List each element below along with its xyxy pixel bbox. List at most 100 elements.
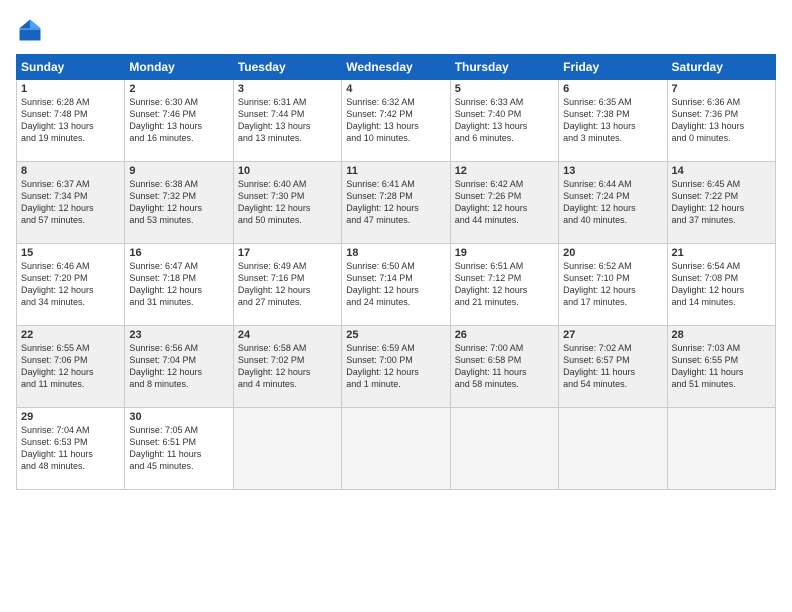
calendar-cell: 15Sunrise: 6:46 AMSunset: 7:20 PMDayligh…	[17, 244, 125, 326]
day-number: 2	[129, 83, 228, 95]
calendar-cell: 18Sunrise: 6:50 AMSunset: 7:14 PMDayligh…	[342, 244, 450, 326]
cell-details: Sunrise: 6:50 AMSunset: 7:14 PMDaylight:…	[346, 260, 445, 309]
weekday-header-wednesday: Wednesday	[342, 55, 450, 80]
day-number: 21	[672, 247, 771, 259]
weekday-header-tuesday: Tuesday	[233, 55, 341, 80]
calendar-week-4: 22Sunrise: 6:55 AMSunset: 7:06 PMDayligh…	[17, 326, 776, 408]
cell-details: Sunrise: 6:59 AMSunset: 7:00 PMDaylight:…	[346, 342, 445, 391]
day-number: 29	[21, 411, 120, 423]
calendar-cell: 29Sunrise: 7:04 AMSunset: 6:53 PMDayligh…	[17, 408, 125, 490]
cell-details: Sunrise: 6:58 AMSunset: 7:02 PMDaylight:…	[238, 342, 337, 391]
calendar-cell: 20Sunrise: 6:52 AMSunset: 7:10 PMDayligh…	[559, 244, 667, 326]
day-number: 30	[129, 411, 228, 423]
day-number: 6	[563, 83, 662, 95]
cell-details: Sunrise: 7:02 AMSunset: 6:57 PMDaylight:…	[563, 342, 662, 391]
day-number: 8	[21, 165, 120, 177]
cell-details: Sunrise: 6:45 AMSunset: 7:22 PMDaylight:…	[672, 178, 771, 227]
calendar-cell: 26Sunrise: 7:00 AMSunset: 6:58 PMDayligh…	[450, 326, 558, 408]
cell-details: Sunrise: 6:44 AMSunset: 7:24 PMDaylight:…	[563, 178, 662, 227]
calendar-cell: 6Sunrise: 6:35 AMSunset: 7:38 PMDaylight…	[559, 80, 667, 162]
calendar-cell: 22Sunrise: 6:55 AMSunset: 7:06 PMDayligh…	[17, 326, 125, 408]
calendar-cell: 12Sunrise: 6:42 AMSunset: 7:26 PMDayligh…	[450, 162, 558, 244]
calendar-cell: 9Sunrise: 6:38 AMSunset: 7:32 PMDaylight…	[125, 162, 233, 244]
calendar-week-1: 1Sunrise: 6:28 AMSunset: 7:48 PMDaylight…	[17, 80, 776, 162]
day-number: 1	[21, 83, 120, 95]
cell-details: Sunrise: 6:32 AMSunset: 7:42 PMDaylight:…	[346, 96, 445, 145]
calendar-cell: 19Sunrise: 6:51 AMSunset: 7:12 PMDayligh…	[450, 244, 558, 326]
day-number: 14	[672, 165, 771, 177]
day-number: 15	[21, 247, 120, 259]
weekday-header-row: SundayMondayTuesdayWednesdayThursdayFrid…	[17, 55, 776, 80]
day-number: 24	[238, 329, 337, 341]
calendar-cell: 21Sunrise: 6:54 AMSunset: 7:08 PMDayligh…	[667, 244, 775, 326]
cell-details: Sunrise: 7:04 AMSunset: 6:53 PMDaylight:…	[21, 424, 120, 473]
calendar-cell: 28Sunrise: 7:03 AMSunset: 6:55 PMDayligh…	[667, 326, 775, 408]
cell-details: Sunrise: 6:37 AMSunset: 7:34 PMDaylight:…	[21, 178, 120, 227]
cell-details: Sunrise: 6:36 AMSunset: 7:36 PMDaylight:…	[672, 96, 771, 145]
cell-details: Sunrise: 7:00 AMSunset: 6:58 PMDaylight:…	[455, 342, 554, 391]
logo-icon	[16, 16, 44, 44]
day-number: 12	[455, 165, 554, 177]
weekday-header-monday: Monday	[125, 55, 233, 80]
calendar-week-2: 8Sunrise: 6:37 AMSunset: 7:34 PMDaylight…	[17, 162, 776, 244]
cell-details: Sunrise: 7:05 AMSunset: 6:51 PMDaylight:…	[129, 424, 228, 473]
day-number: 9	[129, 165, 228, 177]
calendar-cell: 23Sunrise: 6:56 AMSunset: 7:04 PMDayligh…	[125, 326, 233, 408]
weekday-header-thursday: Thursday	[450, 55, 558, 80]
day-number: 19	[455, 247, 554, 259]
day-number: 20	[563, 247, 662, 259]
weekday-header-sunday: Sunday	[17, 55, 125, 80]
cell-details: Sunrise: 6:56 AMSunset: 7:04 PMDaylight:…	[129, 342, 228, 391]
cell-details: Sunrise: 6:31 AMSunset: 7:44 PMDaylight:…	[238, 96, 337, 145]
logo	[16, 16, 48, 44]
calendar-cell: 7Sunrise: 6:36 AMSunset: 7:36 PMDaylight…	[667, 80, 775, 162]
calendar-cell: 1Sunrise: 6:28 AMSunset: 7:48 PMDaylight…	[17, 80, 125, 162]
calendar-cell: 11Sunrise: 6:41 AMSunset: 7:28 PMDayligh…	[342, 162, 450, 244]
cell-details: Sunrise: 6:46 AMSunset: 7:20 PMDaylight:…	[21, 260, 120, 309]
calendar-cell: 2Sunrise: 6:30 AMSunset: 7:46 PMDaylight…	[125, 80, 233, 162]
cell-details: Sunrise: 6:52 AMSunset: 7:10 PMDaylight:…	[563, 260, 662, 309]
cell-details: Sunrise: 7:03 AMSunset: 6:55 PMDaylight:…	[672, 342, 771, 391]
day-number: 16	[129, 247, 228, 259]
cell-details: Sunrise: 6:41 AMSunset: 7:28 PMDaylight:…	[346, 178, 445, 227]
calendar-cell	[559, 408, 667, 490]
cell-details: Sunrise: 6:33 AMSunset: 7:40 PMDaylight:…	[455, 96, 554, 145]
calendar-table: SundayMondayTuesdayWednesdayThursdayFrid…	[16, 54, 776, 490]
day-number: 22	[21, 329, 120, 341]
calendar-cell	[450, 408, 558, 490]
header	[16, 16, 776, 44]
cell-details: Sunrise: 6:28 AMSunset: 7:48 PMDaylight:…	[21, 96, 120, 145]
day-number: 10	[238, 165, 337, 177]
calendar-cell: 27Sunrise: 7:02 AMSunset: 6:57 PMDayligh…	[559, 326, 667, 408]
weekday-header-saturday: Saturday	[667, 55, 775, 80]
day-number: 7	[672, 83, 771, 95]
day-number: 11	[346, 165, 445, 177]
day-number: 3	[238, 83, 337, 95]
day-number: 28	[672, 329, 771, 341]
calendar-cell: 8Sunrise: 6:37 AMSunset: 7:34 PMDaylight…	[17, 162, 125, 244]
day-number: 18	[346, 247, 445, 259]
cell-details: Sunrise: 6:35 AMSunset: 7:38 PMDaylight:…	[563, 96, 662, 145]
day-number: 26	[455, 329, 554, 341]
cell-details: Sunrise: 6:38 AMSunset: 7:32 PMDaylight:…	[129, 178, 228, 227]
page: SundayMondayTuesdayWednesdayThursdayFrid…	[0, 0, 792, 612]
calendar-cell: 17Sunrise: 6:49 AMSunset: 7:16 PMDayligh…	[233, 244, 341, 326]
day-number: 4	[346, 83, 445, 95]
cell-details: Sunrise: 6:42 AMSunset: 7:26 PMDaylight:…	[455, 178, 554, 227]
calendar-cell	[342, 408, 450, 490]
calendar-cell: 10Sunrise: 6:40 AMSunset: 7:30 PMDayligh…	[233, 162, 341, 244]
cell-details: Sunrise: 6:30 AMSunset: 7:46 PMDaylight:…	[129, 96, 228, 145]
calendar-cell: 4Sunrise: 6:32 AMSunset: 7:42 PMDaylight…	[342, 80, 450, 162]
calendar-cell	[233, 408, 341, 490]
day-number: 13	[563, 165, 662, 177]
calendar-cell: 30Sunrise: 7:05 AMSunset: 6:51 PMDayligh…	[125, 408, 233, 490]
weekday-header-friday: Friday	[559, 55, 667, 80]
cell-details: Sunrise: 6:40 AMSunset: 7:30 PMDaylight:…	[238, 178, 337, 227]
cell-details: Sunrise: 6:54 AMSunset: 7:08 PMDaylight:…	[672, 260, 771, 309]
day-number: 23	[129, 329, 228, 341]
cell-details: Sunrise: 6:51 AMSunset: 7:12 PMDaylight:…	[455, 260, 554, 309]
day-number: 5	[455, 83, 554, 95]
day-number: 25	[346, 329, 445, 341]
day-number: 17	[238, 247, 337, 259]
calendar-cell: 5Sunrise: 6:33 AMSunset: 7:40 PMDaylight…	[450, 80, 558, 162]
